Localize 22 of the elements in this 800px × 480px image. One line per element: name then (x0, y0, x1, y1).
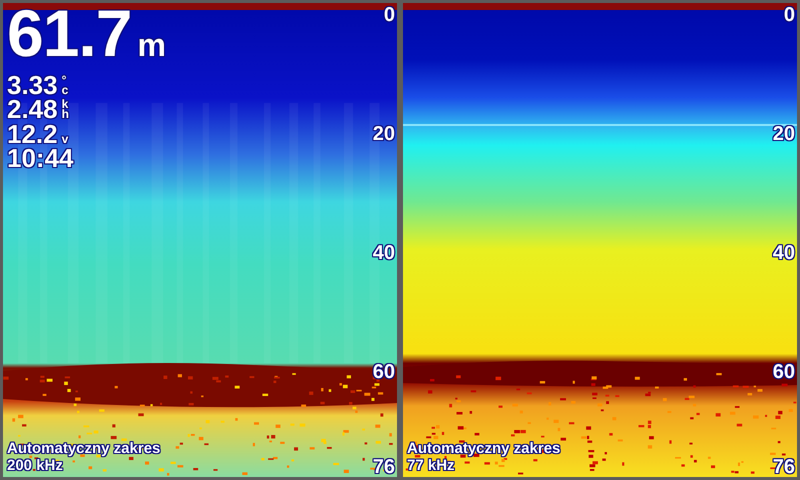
depth-scale-label: 20 (372, 124, 395, 144)
readout-unit: v (62, 134, 68, 146)
readout-value: 3.33 (7, 72, 58, 98)
depth-scale-label: 40 (772, 242, 795, 263)
depth-scale-label: 60 (372, 362, 395, 382)
frequency-label: 200 kHz (7, 457, 63, 474)
depth-scale-label: 76 (772, 457, 795, 477)
depth-scale-label: 20 (772, 124, 795, 144)
frequency-label: 77 kHz (407, 457, 455, 474)
depth-scale-label: 40 (372, 242, 395, 263)
depth-scale-label: 76 (372, 457, 395, 477)
depth-scale-label: 0 (784, 5, 795, 25)
depth-unit: m (137, 26, 166, 65)
readout-unit: °c (62, 74, 68, 98)
depth-reading: 61.7 (7, 5, 132, 61)
readout-value: 10:44 (7, 146, 74, 171)
readout-value: 2.48 (7, 97, 58, 122)
readout-unit: kh (62, 99, 68, 122)
depth-scale-label: 0 (384, 5, 395, 25)
depth-scale-label: 60 (772, 362, 795, 382)
range-mode-label: Automatyczny zakres (407, 440, 560, 457)
readout-value: 12.2 (7, 122, 58, 146)
